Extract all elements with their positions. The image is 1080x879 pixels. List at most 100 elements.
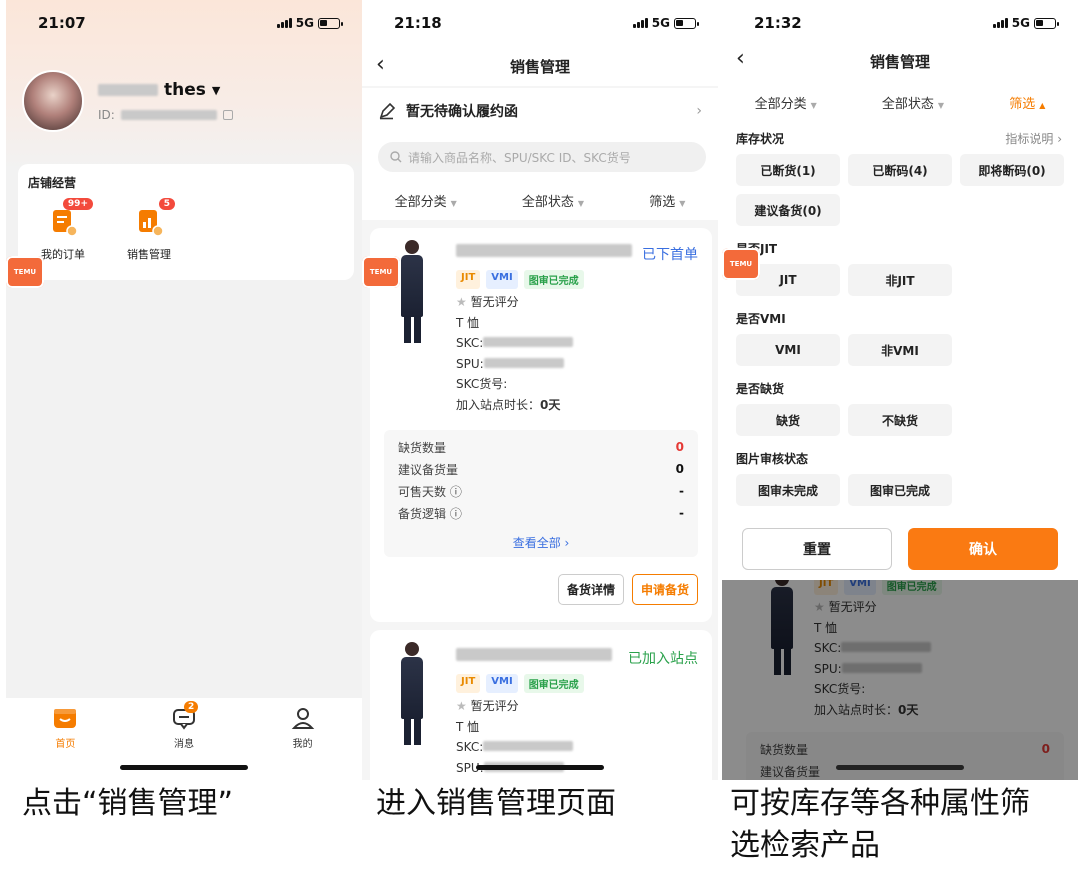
stock-row-days: 可售天数 ⓘ - (398, 480, 684, 502)
back-icon[interactable]: ‹ (736, 46, 745, 71)
status-time: 21:18 (394, 14, 442, 32)
caret-down-icon: ▼ (450, 198, 457, 208)
messages-badge: 2 (183, 701, 199, 713)
temu-logo: TEMU (722, 248, 760, 280)
orders-icon: 99+ (47, 198, 93, 238)
stock-value: 0 (675, 440, 684, 454)
status-bar: 21:32 5G (722, 0, 1078, 46)
filter-status-label: 全部状态 (521, 194, 574, 210)
tab-messages-label: 消息 (173, 739, 194, 750)
product-rating: 暂无评分 (470, 699, 519, 713)
battery-icon (674, 17, 699, 29)
duration-label: 加入站点时长： (456, 397, 541, 412)
caption-step-3-line1: 可按库存等各种属性筛 (730, 786, 1030, 821)
temu-logo: TEMU (6, 256, 44, 288)
card-actions: 备货详情 申请备货 (557, 574, 698, 605)
product-card[interactable]: 已加入站点 JIT VMI 图审已完成 ★ 暂无评分 T 恤 SKC: SPU: (370, 630, 712, 780)
sales-management-entry[interactable]: 5 销售管理 (114, 198, 184, 262)
apply-stock-button[interactable]: 申请备货 (631, 574, 698, 605)
stock-value: 0 (675, 462, 684, 476)
chip-no-shortage[interactable]: 不缺货 (848, 404, 952, 436)
product-image[interactable] (392, 642, 432, 745)
caret-down-icon: ▼ (679, 198, 686, 208)
my-orders-entry[interactable]: 99+ 我的订单 (28, 198, 98, 262)
back-icon[interactable]: ‹ (376, 52, 385, 77)
stock-label: 可售天数 ⓘ (398, 484, 462, 499)
filter-category[interactable]: 全部分类 ▼ (395, 191, 457, 210)
caret-down-icon: ▼ (810, 100, 817, 110)
status-bar: 21:07 5G (6, 0, 362, 46)
screen-home: 21:07 5G thes ▼ ID: 店铺经营 99+ 我的订单 5 销售管理… (6, 0, 362, 780)
filter-status[interactable]: 全部状态 ▼ (522, 191, 584, 210)
tab-home[interactable]: 首页 (35, 706, 95, 780)
filter-bar: 全部分类 ▼ 全部状态 ▼ 筛选 ▲ (722, 84, 1078, 120)
caption-step-2: 进入销售管理页面 (376, 786, 616, 821)
user-icon (291, 708, 314, 729)
dim-overlay[interactable] (722, 580, 1078, 780)
chip-shortage[interactable]: 缺货 (736, 404, 840, 436)
stock-label: 备货逻辑 ⓘ (398, 506, 462, 521)
shop-name[interactable]: thes ▼ (98, 80, 220, 100)
contract-notice-row[interactable]: 暂无待确认履约函 › (362, 88, 718, 134)
chip-review-pending[interactable]: 图审未完成 (736, 474, 840, 506)
section-shortage: 是否缺货 (736, 382, 785, 396)
product-category: T 恤 (456, 315, 480, 330)
metric-help-link[interactable]: 指标说明 › (1005, 130, 1062, 147)
section-vmi: 是否VMI (736, 312, 786, 326)
filter-status-label: 全部状态 (881, 96, 934, 112)
status-bar: 21:18 5G (362, 0, 718, 46)
caret-up-icon: ▲ (1039, 100, 1046, 110)
network-label: 5G (1011, 16, 1030, 30)
copy-icon[interactable] (222, 110, 233, 120)
tag-jit: JIT (456, 674, 481, 693)
filter-status[interactable]: 全部状态 ▼ (882, 93, 944, 112)
shop-id-blurred (120, 110, 217, 120)
product-name (456, 244, 632, 261)
chip-non-jit[interactable]: 非JIT (848, 264, 952, 296)
product-image[interactable] (392, 240, 432, 343)
filter-category-label: 全部分类 (754, 96, 807, 112)
chip-broken-size[interactable]: 已断码(4) (848, 154, 952, 186)
caption-step-1: 点击“销售管理” (22, 786, 234, 821)
filter-sheet: ‹ 销售管理 全部分类 ▼ 全部状态 ▼ 筛选 ▲ 库存状况 指标说明 › 已断货(1… (722, 46, 1078, 580)
home-indicator (120, 765, 248, 770)
tab-me[interactable]: 我的 (273, 706, 333, 780)
sales-management-label: 销售管理 (127, 248, 171, 261)
stock-label: 缺货数量 (398, 440, 447, 455)
filter-category-label: 全部分类 (394, 194, 447, 210)
view-all-link[interactable]: 查看全部 › (398, 534, 684, 551)
chip-out-of-stock[interactable]: 已断货(1) (736, 154, 840, 186)
stock-value: - (679, 506, 684, 520)
pen-icon (379, 102, 396, 120)
stock-detail-button[interactable]: 备货详情 (557, 574, 624, 605)
stock-label: 建议备货量 (398, 462, 459, 477)
filter-more[interactable]: 筛选 ▼ (649, 191, 685, 210)
screen-filter-panel: 21:32 5G ‹ 销售管理 全部分类 ▼ 全部状态 ▼ 筛选 ▲ 库存状况 指标说… (722, 0, 1078, 780)
home-indicator (476, 765, 604, 770)
stock-info-box: 缺货数量 0 建议备货量 0 可售天数 ⓘ - 备货逻辑 ⓘ - 查看全部 › (384, 430, 698, 557)
confirm-button[interactable]: 确认 (908, 528, 1058, 570)
chip-review-done[interactable]: 图审已完成 (848, 474, 952, 506)
search-input[interactable]: 请输入商品名称、SPU/SKC ID、SKC货号 (378, 142, 706, 172)
page-title: 销售管理 (509, 57, 570, 76)
product-name (456, 648, 612, 665)
caption-step-3-line2: 选检索产品 (730, 828, 880, 863)
network-label: 5G (651, 16, 670, 30)
star-icon: ★ (456, 295, 467, 309)
chip-vmi[interactable]: VMI (736, 334, 840, 366)
reset-button[interactable]: 重置 (742, 528, 892, 570)
skc-label: SKC: (456, 740, 484, 754)
chevron-right-icon: › (696, 103, 702, 119)
avatar[interactable] (22, 70, 84, 132)
chip-suggest-stock[interactable]: 建议备货(0) (736, 194, 840, 226)
tag-vmi: VMI (486, 674, 518, 693)
filter-more[interactable]: 筛选 ▲ (1009, 93, 1045, 112)
product-card[interactable]: 已下首单 JIT VMI 图审已完成 ★ 暂无评分 T 恤 SKC: SPU: … (370, 228, 712, 622)
tag-vmi: VMI (486, 270, 518, 289)
screen-sales-management: 21:18 5G ‹ 销售管理 暂无待确认履约函 › 请输入商品名称、SPU/S… (362, 0, 718, 780)
network-label: 5G (295, 16, 314, 30)
tag-image-review: 图审已完成 (523, 270, 584, 289)
filter-category[interactable]: 全部分类 ▼ (755, 93, 817, 112)
chip-nearly-broken[interactable]: 即将断码(0) (960, 154, 1064, 186)
chip-non-vmi[interactable]: 非VMI (848, 334, 952, 366)
